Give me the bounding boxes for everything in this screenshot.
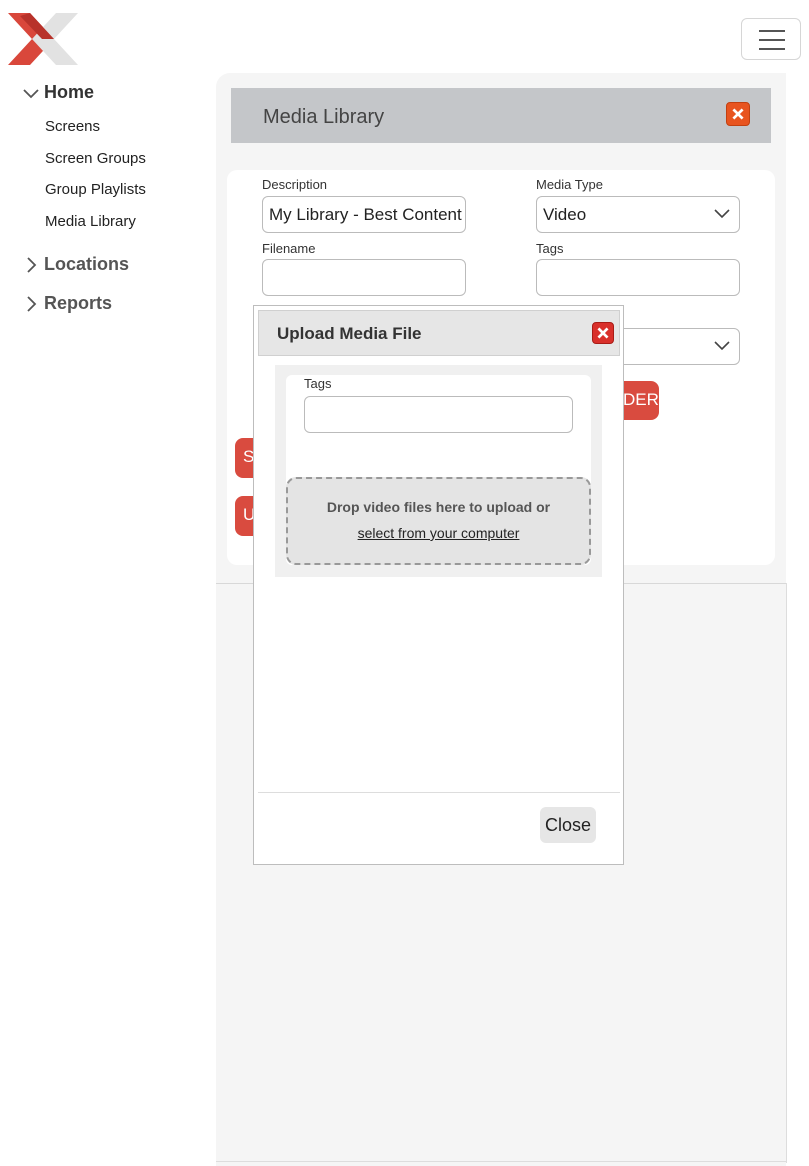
modal-header: Upload Media File [258,310,620,356]
upload-media-modal: Upload Media File Tags Drop video files … [253,305,624,865]
tags-input[interactable] [536,259,740,296]
x-logo-icon [8,13,78,65]
modal-title: Upload Media File [277,324,422,343]
nav-section-label: Locations [44,254,130,274]
button-label: DER [623,390,659,409]
chevron-right-icon [27,256,37,273]
modal-footer-divider [258,792,620,793]
nav-section-home[interactable]: Home [22,82,94,103]
page-title: Media Library [263,106,385,128]
description-input[interactable]: My Library - Best Content [262,196,466,233]
divider [216,1161,787,1162]
close-icon [732,108,744,120]
filename-label: Filename [262,241,316,256]
file-dropzone[interactable]: Drop video files here to upload or selec… [286,477,591,565]
media-type-value: Video [543,205,587,224]
sidebar-item-media-library[interactable]: Media Library [45,213,136,230]
chevron-down-icon [714,341,730,351]
divider [786,583,787,1163]
nav-section-label: Reports [44,293,113,313]
sidebar-item-group-playlists[interactable]: Group Playlists [45,181,146,198]
hamburger-menu-icon [759,30,785,32]
nav-section-reports[interactable]: Reports [22,293,112,314]
nav-section-label: Home [44,82,95,102]
modal-tags-input[interactable] [304,396,573,433]
chevron-down-icon [714,209,730,219]
chevron-down-icon [23,88,39,98]
modal-close-icon-button[interactable] [592,322,614,344]
modal-tags-label: Tags [304,376,332,391]
hamburger-bar [759,48,785,50]
close-icon [597,327,609,339]
sidebar-item-screen-groups[interactable]: Screen Groups [45,150,146,167]
chevron-right-icon [27,295,37,312]
nav-section-locations[interactable]: Locations [22,254,129,275]
sidebar-item-screens[interactable]: Screens [45,118,100,135]
app-logo[interactable] [8,10,78,68]
media-library-header: Media Library [231,88,771,143]
modal-body: Tags Drop video files here to upload or … [275,365,602,577]
media-type-select[interactable]: Video [536,196,740,233]
dropzone-text: Drop video files here to upload or [326,499,551,515]
menu-toggle-button[interactable] [741,18,801,60]
media-type-label: Media Type [536,177,603,192]
modal-close-button[interactable]: Close [540,807,596,843]
tags-label: Tags [536,241,564,256]
description-label: Description [262,177,328,192]
hamburger-bar [759,39,785,41]
panel-close-button[interactable] [726,102,750,126]
filename-input[interactable] [262,259,466,296]
select-file-link[interactable]: select from your computer [288,525,589,541]
